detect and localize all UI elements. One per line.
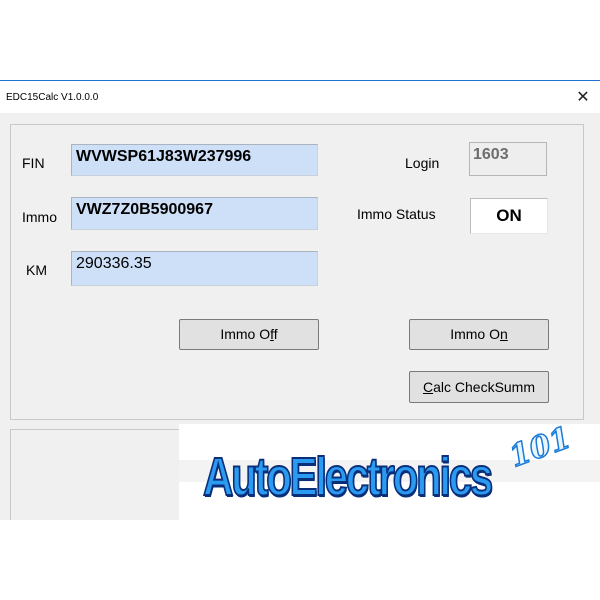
fin-label: FIN: [22, 155, 45, 171]
calc-checksum-label: alc CheckSumm: [433, 378, 536, 395]
km-field[interactable]: 290336.35: [71, 251, 318, 286]
close-icon[interactable]: ✕: [566, 81, 600, 113]
immo-status-label: Immo Status: [357, 206, 436, 222]
logo-banner: AutoElectronics 101: [179, 420, 600, 520]
immo-off-label-tail: f: [273, 326, 278, 342]
immo-on-label: Immo O: [450, 326, 500, 342]
calc-checksum-accel: C: [422, 378, 434, 395]
immo-off-button[interactable]: Immo Off: [179, 319, 319, 350]
title-bar[interactable]: EDC15Calc V1.0.0.0 ✕: [0, 81, 600, 113]
km-label: KM: [26, 262, 47, 278]
calc-checksum-button[interactable]: Calc CheckSumm: [409, 371, 549, 403]
window-title: EDC15Calc V1.0.0.0: [6, 92, 99, 103]
immo-on-accel: n: [499, 326, 508, 342]
login-label: Login: [405, 155, 440, 171]
immo-status-value: ON: [470, 198, 548, 234]
immo-label: Immo: [22, 209, 57, 225]
login-field[interactable]: 1603: [469, 142, 547, 176]
immo-field[interactable]: VWZ7Z0B5900967: [71, 197, 318, 230]
immo-off-label: Immo O: [220, 326, 271, 342]
immo-on-button[interactable]: Immo On: [409, 319, 549, 350]
autoelectronics-logo: AutoElectronics: [202, 446, 494, 508]
fin-field[interactable]: WVWSP61J83W237996: [71, 144, 318, 176]
